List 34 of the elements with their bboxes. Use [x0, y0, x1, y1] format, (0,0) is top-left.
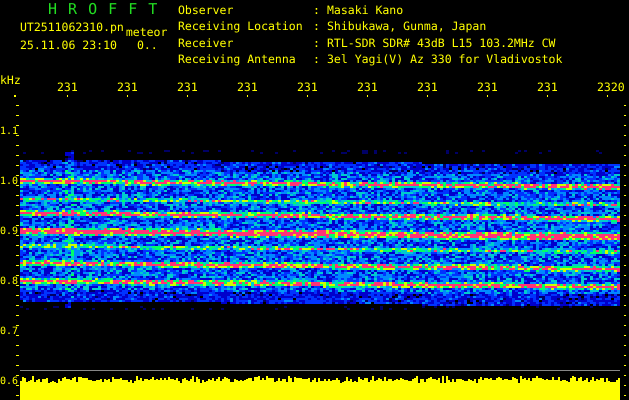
- count-label: 0..: [136, 38, 158, 52]
- field-value: 3el Yagi(V) Az 330 for Vladivostok: [327, 54, 562, 68]
- separator: :: [313, 38, 321, 52]
- field-value: Shibukawa, Gunma, Japan: [327, 21, 488, 36]
- frequency-label: 1.0: [0, 176, 18, 187]
- unit-label: kHz: [0, 73, 21, 87]
- time-label: 2320: [597, 80, 625, 94]
- separator: :: [313, 54, 321, 68]
- time-label: 231: [237, 80, 258, 94]
- time-label: 231: [417, 80, 438, 94]
- time-label: 231: [57, 80, 78, 94]
- time-label: 231: [117, 80, 138, 94]
- separator: :: [313, 21, 321, 36]
- field-label: Receiving Antenna: [178, 54, 297, 68]
- field-label: Receiving Location: [178, 21, 304, 36]
- time-label: 231: [477, 80, 498, 94]
- frequency-label: 0.7: [0, 326, 18, 337]
- separator: :: [313, 5, 321, 19]
- time-label: 231: [177, 80, 198, 94]
- time-label: 231: [537, 80, 558, 94]
- frequency-label: 0.6: [0, 376, 18, 387]
- file-name: UT2511062310.pn: [20, 20, 124, 34]
- time-label: 231: [297, 80, 318, 94]
- mode-label: meteor: [126, 25, 168, 39]
- time-label: 231: [357, 80, 378, 94]
- frequency-label: 0.9: [0, 226, 18, 237]
- field-value: RTL-SDR SDR# 43dB L15 103.2MHz CW: [327, 38, 556, 52]
- field-label: Observer: [178, 5, 234, 19]
- field-value: Masaki Kano: [327, 5, 404, 19]
- frequency-label: 1.1: [0, 126, 18, 137]
- frequency-label: 0.8: [0, 276, 18, 287]
- field-label: Receiver: [178, 38, 234, 52]
- timestamp: 25.11.06 23:10: [20, 38, 117, 52]
- app-title: H R O F F T: [48, 1, 160, 17]
